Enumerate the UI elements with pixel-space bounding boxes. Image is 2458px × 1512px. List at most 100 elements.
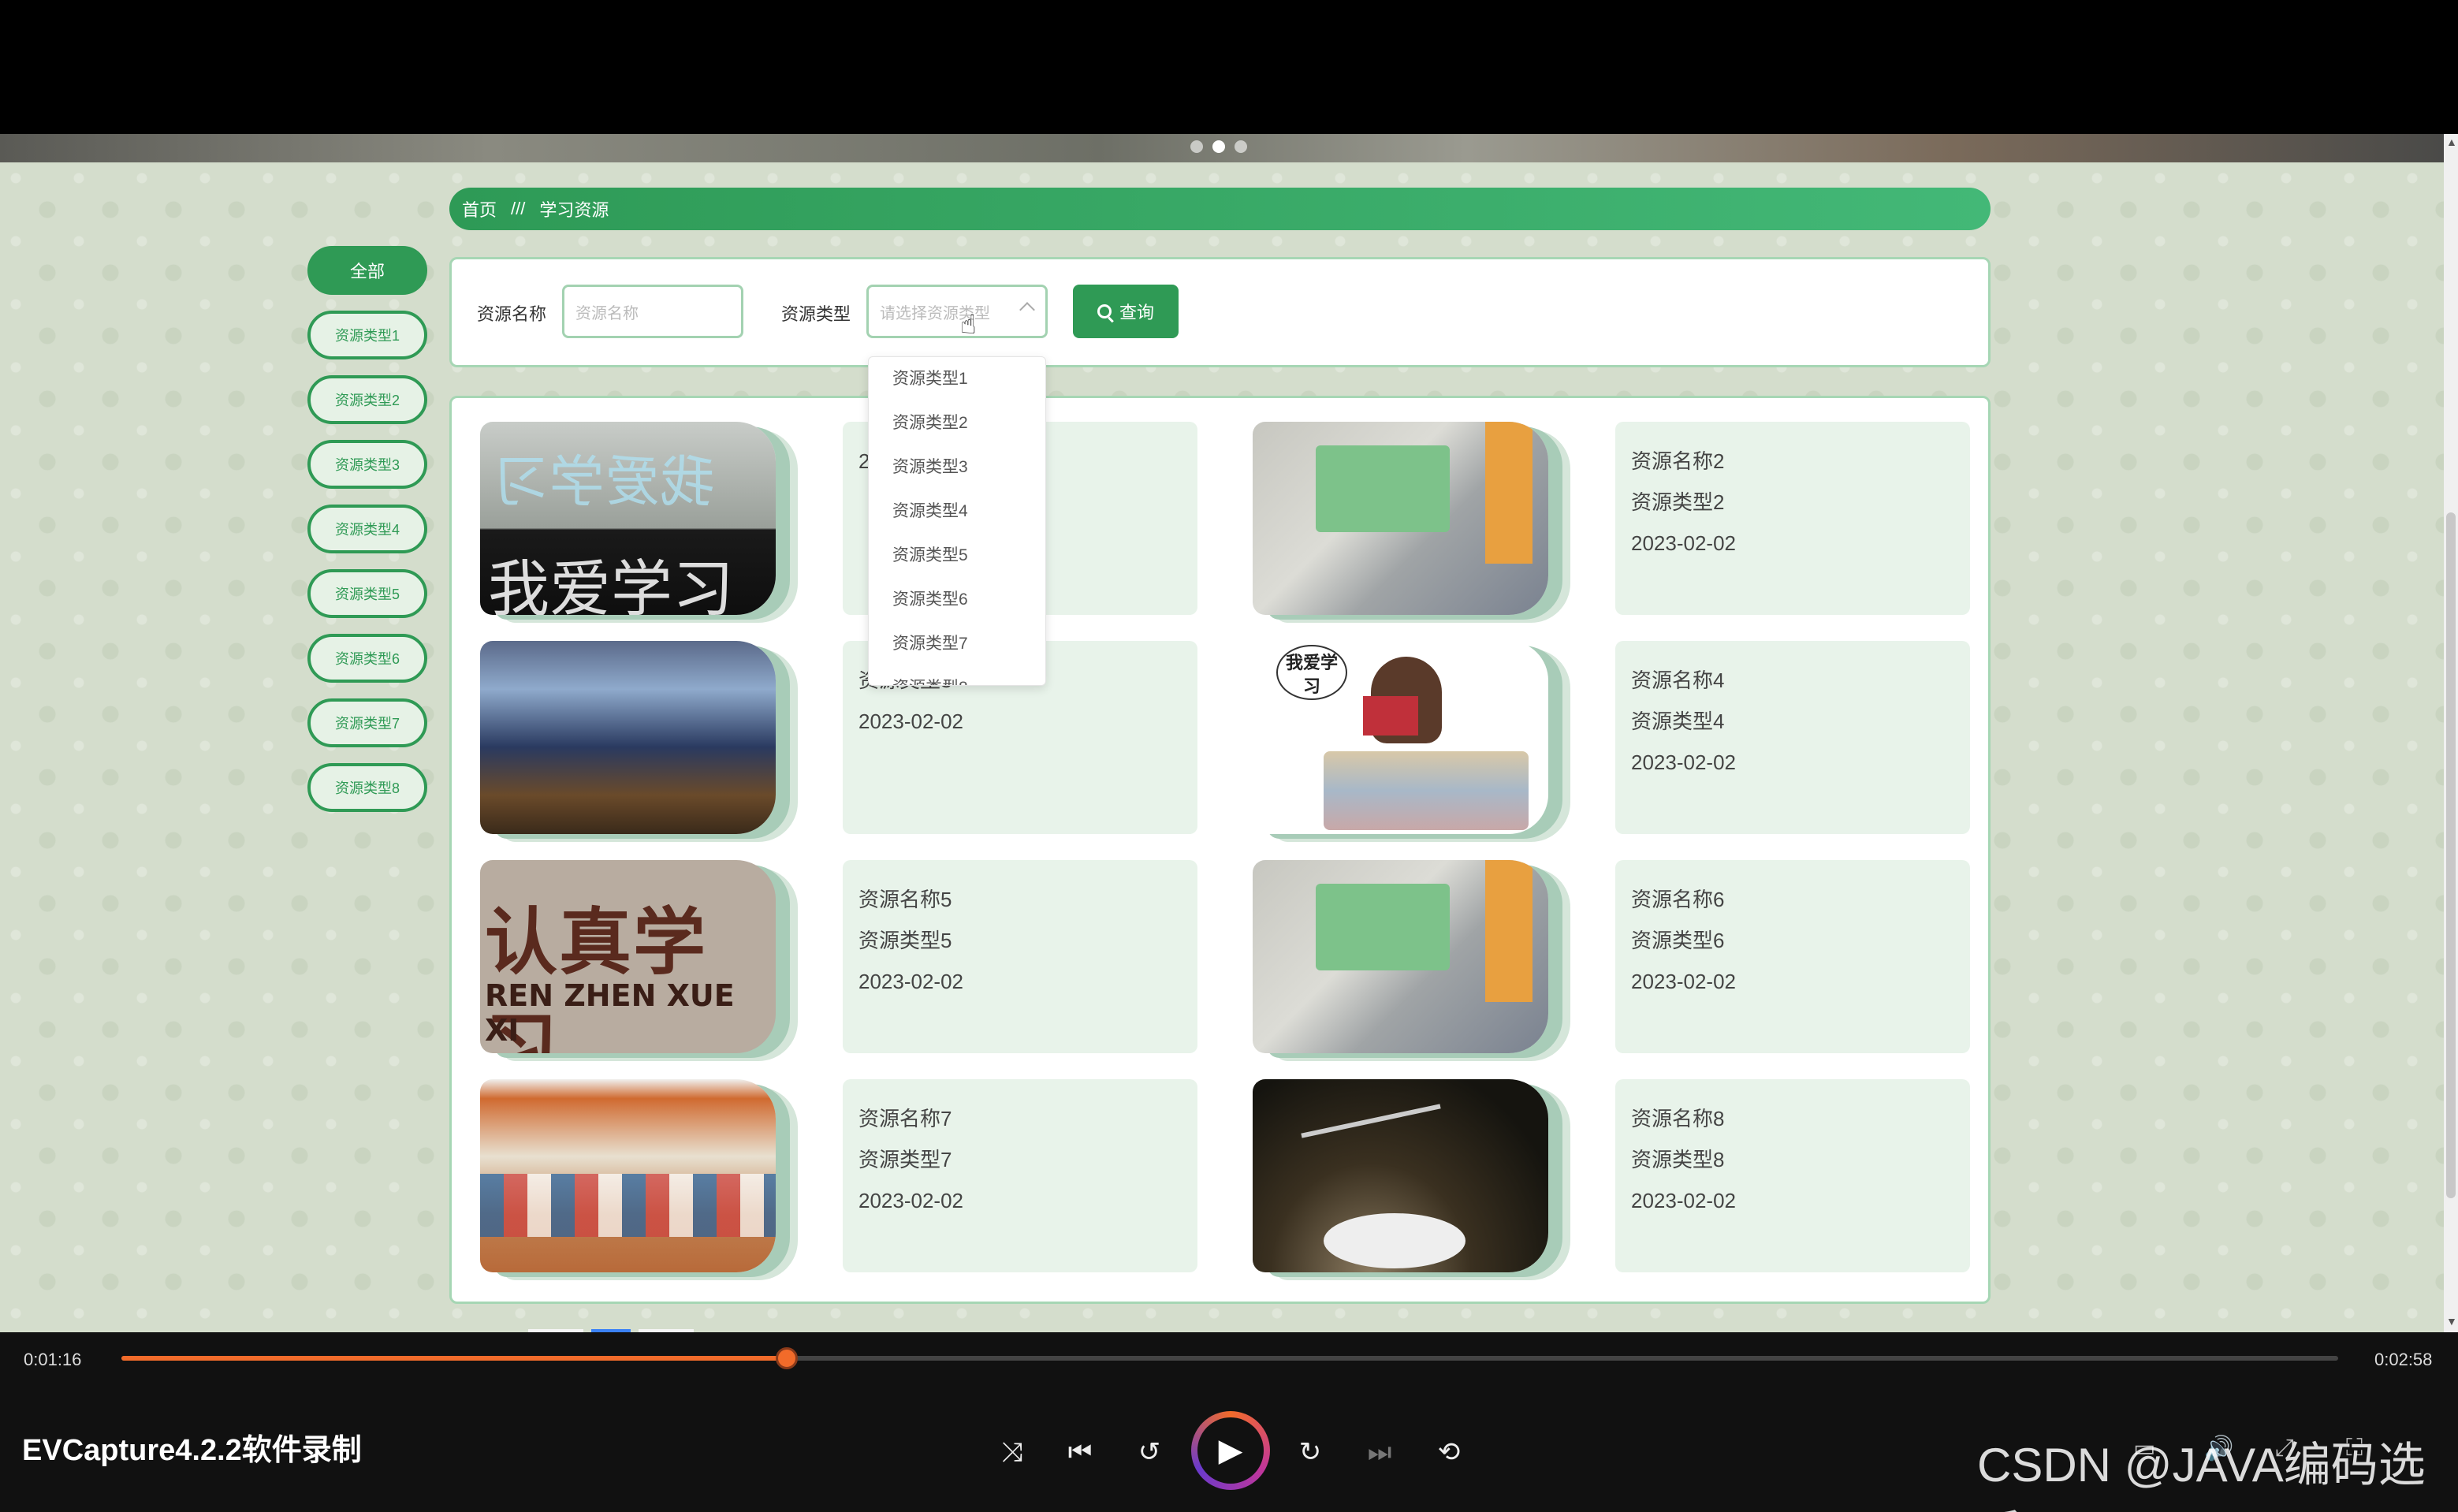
resource-name: 资源名称2 xyxy=(1631,449,1725,473)
carousel-dot[interactable] xyxy=(1190,140,1203,153)
resource-grid: 我爱学习 我爱学习 2 资源名称2 资源类型2 2023-02-02 资源类型3… xyxy=(449,396,1991,1304)
resource-type: 资源类型6 xyxy=(1631,929,1725,952)
category-all[interactable]: 全部 xyxy=(307,246,427,295)
progress-knob[interactable] xyxy=(775,1347,798,1369)
dropdown-option[interactable]: 资源类型2 xyxy=(869,401,1045,445)
category-type-6[interactable]: 资源类型6 xyxy=(307,634,427,683)
play-icon: ▶ xyxy=(1197,1417,1264,1484)
category-type-7[interactable]: 资源类型7 xyxy=(307,698,427,747)
csdn-watermark: CSDN @JAVA编码选手 xyxy=(1977,1439,2426,1512)
book-pile-illustration xyxy=(1324,751,1529,830)
chevron-up-icon xyxy=(1019,302,1035,318)
resource-info-4[interactable]: 资源名称4 资源类型4 2023-02-02 xyxy=(1615,641,1970,834)
category-type-1[interactable]: 资源类型1 xyxy=(307,311,427,359)
image-text: 我爱学习 xyxy=(488,554,735,615)
name-label: 资源名称 xyxy=(477,304,547,324)
forward-30-icon[interactable]: ↻ xyxy=(1293,1435,1328,1469)
resource-image-4[interactable]: 我爱学习 xyxy=(1253,641,1548,834)
resource-name: 资源名称7 xyxy=(858,1107,952,1130)
classroom-wall xyxy=(1485,422,1533,564)
play-button[interactable]: ▶ xyxy=(1191,1411,1270,1490)
dropdown-option[interactable]: 资源类型3 xyxy=(869,445,1045,490)
breadcrumb-home[interactable]: 首页 xyxy=(462,196,497,222)
breadcrumb-current: 学习资源 xyxy=(539,200,609,220)
resource-date: 2023-02-02 xyxy=(1631,531,1736,555)
children-photo xyxy=(480,1174,776,1237)
classroom-screen xyxy=(1316,884,1450,970)
speech-bubble: 我爱学习 xyxy=(1276,645,1347,700)
image-text: 我爱学习 xyxy=(494,449,715,514)
resource-image-8[interactable] xyxy=(1253,1079,1548,1272)
breadcrumb-separator: /// xyxy=(511,199,526,218)
resource-info-8[interactable]: 资源名称8 资源类型8 2023-02-02 xyxy=(1615,1079,1970,1272)
video-player-bar: 0:01:16 0:02:58 EVCapture4.2.2软件录制 ⤨ ⏮ ↺… xyxy=(0,1332,2458,1512)
resource-name: 资源名称5 xyxy=(858,888,952,911)
query-button[interactable]: 查询 xyxy=(1073,285,1179,338)
recorder-label: EVCapture4.2.2软件录制 xyxy=(22,1434,362,1467)
classroom-wall xyxy=(1485,860,1533,1002)
query-button-label: 查询 xyxy=(1119,303,1154,322)
resource-type: 资源类型4 xyxy=(1631,709,1725,733)
repeat-icon[interactable]: ⟲ xyxy=(1432,1435,1466,1469)
resource-info-5[interactable]: 资源名称5 资源类型5 2023-02-02 xyxy=(843,860,1197,1053)
dropdown-option[interactable]: 资源类型1 xyxy=(869,357,1045,401)
page-scrollbar[interactable]: ▲ ▼ xyxy=(2444,134,2458,1332)
banner-carousel xyxy=(0,134,2444,162)
open-book-illustration xyxy=(1324,1213,1465,1268)
lamp-illustration xyxy=(1301,1104,1441,1138)
resource-type: 资源类型2 xyxy=(1631,490,1725,514)
type-dropdown-menu: 资源类型1 资源类型2 资源类型3 资源类型4 资源类型5 资源类型6 资源类型… xyxy=(868,356,1046,686)
search-panel: 资源名称 资源名称 资源类型 请选择资源类型 查询 xyxy=(449,257,1991,367)
resource-date: 2023-02-02 xyxy=(858,970,963,993)
page-content: 首页 /// 学习资源 全部 资源类型1 资源类型2 资源类型3 资源类型4 资… xyxy=(0,162,2444,1332)
resource-image-2[interactable] xyxy=(1253,422,1548,615)
rewind-10-icon[interactable]: ↺ xyxy=(1132,1435,1167,1469)
carousel-dot-active[interactable] xyxy=(1212,140,1225,153)
scroll-down-icon[interactable]: ▼ xyxy=(2446,1316,2457,1327)
progress-track[interactable] xyxy=(121,1347,2338,1369)
resource-image-7[interactable] xyxy=(480,1079,776,1272)
category-type-2[interactable]: 资源类型2 xyxy=(307,375,427,424)
resource-type: 资源类型5 xyxy=(858,929,952,952)
next-icon[interactable]: ⏭ xyxy=(1362,1435,1397,1469)
type-select[interactable]: 请选择资源类型 xyxy=(866,285,1048,338)
dropdown-option[interactable]: 资源类型6 xyxy=(869,578,1045,622)
dropdown-option[interactable]: 资源类型8 xyxy=(869,666,1045,685)
resource-info-2[interactable]: 资源名称2 资源类型2 2023-02-02 xyxy=(1615,422,1970,615)
resource-name: 资源名称4 xyxy=(1631,668,1725,692)
video-top-letterbox xyxy=(0,0,2458,134)
name-input-placeholder: 资源名称 xyxy=(575,304,639,322)
carousel-dots[interactable] xyxy=(1190,140,1247,153)
resource-image-6[interactable] xyxy=(1253,860,1548,1053)
search-icon xyxy=(1097,304,1112,318)
name-input[interactable]: 资源名称 xyxy=(562,285,743,338)
category-type-4[interactable]: 资源类型4 xyxy=(307,505,427,553)
resource-name: 资源名称6 xyxy=(1631,888,1725,911)
previous-icon[interactable]: ⏮ xyxy=(1063,1435,1097,1469)
shuffle-icon[interactable]: ⤨ xyxy=(995,1435,1030,1469)
category-type-3[interactable]: 资源类型3 xyxy=(307,440,427,489)
dropdown-option[interactable]: 资源类型7 xyxy=(869,622,1045,666)
resource-date: 2023-02-02 xyxy=(858,709,963,733)
resource-info-7[interactable]: 资源名称7 资源类型7 2023-02-02 xyxy=(843,1079,1197,1272)
breadcrumb: 首页 /// 学习资源 xyxy=(449,188,1991,230)
type-label: 资源类型 xyxy=(781,304,851,324)
resource-date: 2023-02-02 xyxy=(1631,750,1736,774)
current-time: 0:01:16 xyxy=(24,1350,82,1369)
carousel-dot[interactable] xyxy=(1235,140,1247,153)
total-time: 0:02:58 xyxy=(2374,1350,2433,1369)
scroll-up-icon[interactable]: ▲ xyxy=(2446,136,2457,147)
resource-date: 2023-02-02 xyxy=(1631,1189,1736,1212)
category-type-8[interactable]: 资源类型8 xyxy=(307,763,427,812)
dropdown-option[interactable]: 资源类型4 xyxy=(869,490,1045,534)
dropdown-option[interactable]: 资源类型5 xyxy=(869,534,1045,578)
resource-image-1[interactable]: 我爱学习 我爱学习 xyxy=(480,422,776,615)
scrollbar-thumb[interactable] xyxy=(2446,512,2456,1198)
book-illustration xyxy=(1363,696,1418,736)
category-type-5[interactable]: 资源类型5 xyxy=(307,569,427,618)
resource-image-5[interactable]: 认真学习 REN ZHEN XUE XI xyxy=(480,860,776,1053)
resource-image-3[interactable] xyxy=(480,641,776,834)
resource-date: 2023-02-02 xyxy=(1631,970,1736,993)
resource-info-6[interactable]: 资源名称6 资源类型6 2023-02-02 xyxy=(1615,860,1970,1053)
resource-type: 资源类型7 xyxy=(858,1148,952,1171)
